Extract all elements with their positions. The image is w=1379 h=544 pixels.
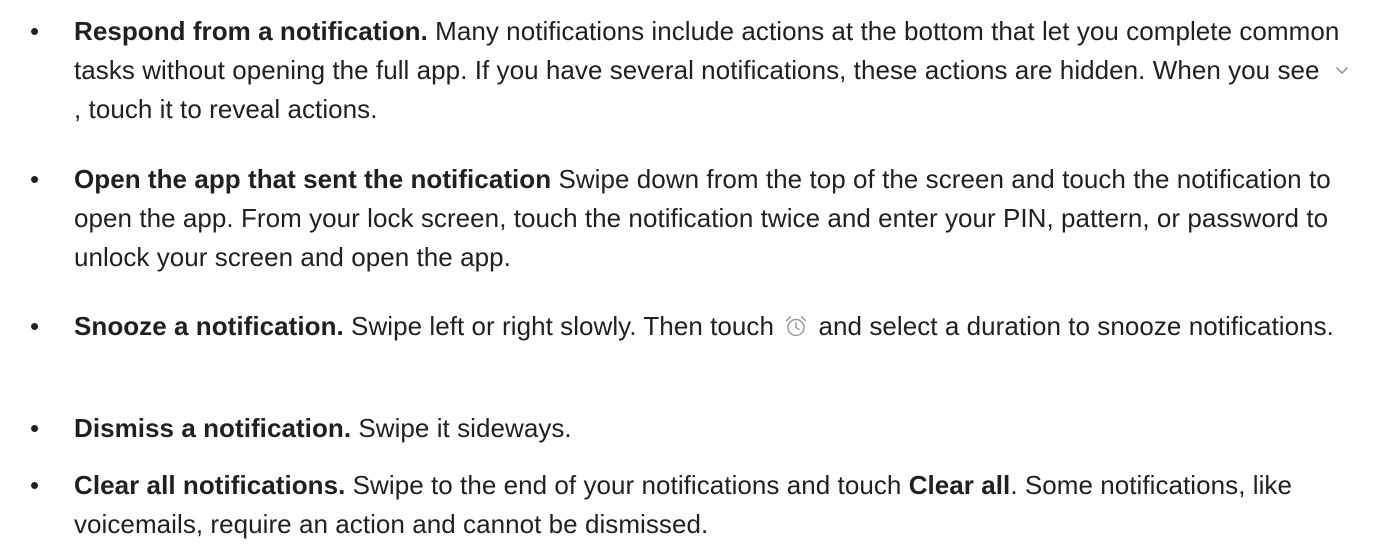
item-heading: Respond from a notification. (74, 16, 428, 46)
item-body-end: , touch it to reveal actions. (74, 94, 378, 124)
bullet: • (30, 413, 40, 443)
item-body-end: and select a duration to snooze notifica… (811, 311, 1334, 341)
bullet: • (30, 164, 40, 194)
chevron-down-icon (1329, 57, 1355, 83)
item-heading: Clear all notifications. (74, 470, 346, 500)
bullet: • (30, 470, 40, 500)
list-item-text: Open the app that sent the notification … (74, 160, 1364, 277)
item-heading: Dismiss a notification. (74, 413, 352, 443)
alarm-clock-icon (783, 313, 809, 339)
list-item-text: Snooze a notification. Swipe left or rig… (74, 307, 1364, 346)
clear-all-label: Clear all (908, 470, 1011, 500)
bullet: • (30, 311, 40, 341)
bullet: • (30, 16, 40, 46)
list-item-text: Respond from a notification. Many notifi… (74, 12, 1364, 129)
list-item-text: Dismiss a notification. Swipe it sideway… (74, 409, 1364, 448)
item-body: Swipe left or right slowly. Then touch (343, 311, 782, 341)
item-body: Swipe to the end of your notifications a… (345, 470, 909, 500)
item-heading: Open the app that sent the notification (74, 164, 552, 194)
item-body: Swipe it sideways. (351, 413, 572, 443)
list-item-text: Clear all notifications. Swipe to the en… (74, 466, 1364, 544)
item-heading: Snooze a notification. (74, 311, 344, 341)
